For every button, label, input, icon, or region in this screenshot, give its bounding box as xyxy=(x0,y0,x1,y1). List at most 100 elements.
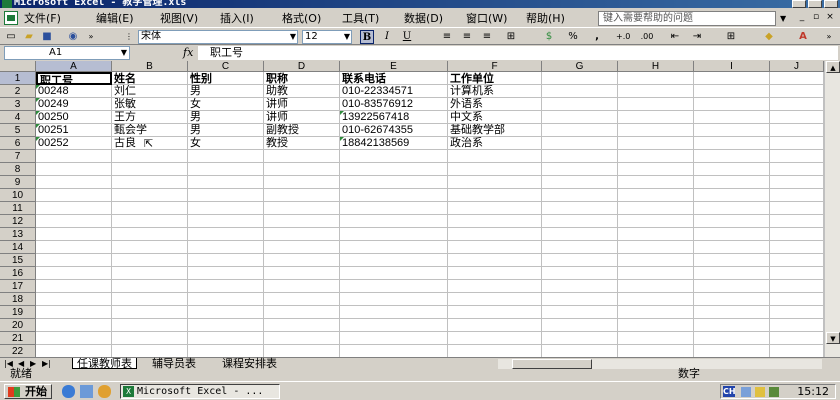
header-cell[interactable]: 姓名 xyxy=(112,72,188,85)
cell[interactable] xyxy=(618,98,694,111)
cell[interactable] xyxy=(112,293,188,306)
row-header[interactable]: 1 xyxy=(0,72,36,85)
cell[interactable] xyxy=(770,267,824,280)
cell[interactable] xyxy=(542,189,618,202)
row-header[interactable]: 20 xyxy=(0,319,36,332)
italic-button[interactable]: I xyxy=(380,30,394,44)
cell[interactable] xyxy=(448,267,542,280)
row-header[interactable]: 19 xyxy=(0,306,36,319)
cell[interactable] xyxy=(618,150,694,163)
cell[interactable] xyxy=(770,72,824,85)
cell[interactable] xyxy=(694,332,770,345)
cell[interactable] xyxy=(770,163,824,176)
cell[interactable] xyxy=(770,176,824,189)
cell[interactable] xyxy=(770,98,824,111)
data-cell[interactable]: 00251 xyxy=(36,124,112,137)
cell[interactable] xyxy=(264,280,340,293)
cell[interactable] xyxy=(448,293,542,306)
cell[interactable] xyxy=(694,72,770,85)
cell[interactable] xyxy=(770,345,824,357)
cell[interactable] xyxy=(264,293,340,306)
cell[interactable] xyxy=(542,163,618,176)
cell[interactable] xyxy=(264,202,340,215)
cell[interactable] xyxy=(340,215,448,228)
cell[interactable] xyxy=(694,228,770,241)
cell[interactable] xyxy=(112,202,188,215)
cell[interactable] xyxy=(188,280,264,293)
cell[interactable] xyxy=(112,280,188,293)
row-header[interactable]: 10 xyxy=(0,189,36,202)
cell[interactable] xyxy=(618,293,694,306)
data-cell[interactable]: 副教授 xyxy=(264,124,340,137)
row-header[interactable]: 6 xyxy=(0,137,36,150)
underline-button[interactable]: U xyxy=(400,30,414,44)
toolbar-options-icon[interactable]: » xyxy=(84,30,98,44)
cell[interactable] xyxy=(188,189,264,202)
title-bar[interactable]: Microsoft Excel - 教学管理.xls xyxy=(0,0,840,8)
cell[interactable] xyxy=(448,215,542,228)
cell[interactable] xyxy=(264,176,340,189)
increase-decimal-icon[interactable]: +.0 xyxy=(616,30,630,44)
row-header[interactable]: 13 xyxy=(0,228,36,241)
data-cell[interactable]: 00249 xyxy=(36,98,112,111)
data-cell[interactable]: 男 xyxy=(188,85,264,98)
cell[interactable] xyxy=(36,280,112,293)
cell[interactable] xyxy=(448,228,542,241)
cell[interactable] xyxy=(264,189,340,202)
cell[interactable] xyxy=(264,150,340,163)
comma-style-button[interactable]: , xyxy=(590,30,604,44)
cell[interactable] xyxy=(542,280,618,293)
cell[interactable] xyxy=(188,254,264,267)
formula-input[interactable]: 职工号 xyxy=(198,46,838,60)
cell[interactable] xyxy=(618,267,694,280)
cell[interactable] xyxy=(694,215,770,228)
cell[interactable] xyxy=(770,215,824,228)
cell[interactable] xyxy=(340,332,448,345)
cell[interactable] xyxy=(448,202,542,215)
row-header[interactable]: 12 xyxy=(0,215,36,228)
cell[interactable] xyxy=(264,319,340,332)
row-header[interactable]: 11 xyxy=(0,202,36,215)
row-header[interactable]: 9 xyxy=(0,176,36,189)
row-header[interactable]: 4 xyxy=(0,111,36,124)
chevron-down-icon[interactable]: ▼ xyxy=(780,14,786,23)
cell[interactable] xyxy=(36,319,112,332)
row-header[interactable]: 16 xyxy=(0,267,36,280)
column-header-a[interactable]: A xyxy=(36,61,112,72)
cell[interactable] xyxy=(264,332,340,345)
data-cell[interactable]: 助教 xyxy=(264,85,340,98)
cell[interactable] xyxy=(694,254,770,267)
close-button[interactable] xyxy=(824,0,838,8)
cell[interactable] xyxy=(770,111,824,124)
cell[interactable] xyxy=(340,176,448,189)
row-header[interactable]: 7 xyxy=(0,150,36,163)
volume-icon[interactable] xyxy=(769,387,779,397)
cell[interactable] xyxy=(694,98,770,111)
cell[interactable] xyxy=(448,176,542,189)
cell[interactable] xyxy=(770,241,824,254)
cell[interactable] xyxy=(694,176,770,189)
data-cell[interactable]: 男 xyxy=(188,124,264,137)
cell[interactable] xyxy=(448,319,542,332)
data-cell[interactable]: 010-83576912 xyxy=(340,98,448,111)
cell[interactable] xyxy=(542,176,618,189)
row-header[interactable]: 3 xyxy=(0,98,36,111)
cell[interactable] xyxy=(36,306,112,319)
cell[interactable] xyxy=(694,137,770,150)
data-cell[interactable]: 政治系 xyxy=(448,137,542,150)
menu-file[interactable]: 文件(F) xyxy=(24,12,61,25)
cell[interactable] xyxy=(36,267,112,280)
sheet-tab-schedule[interactable]: 课程安排表 xyxy=(218,358,281,369)
cell[interactable] xyxy=(694,293,770,306)
cell[interactable] xyxy=(188,202,264,215)
data-cell[interactable]: 刘仁 xyxy=(112,85,188,98)
cell[interactable] xyxy=(36,176,112,189)
cell[interactable] xyxy=(770,124,824,137)
cell[interactable] xyxy=(36,150,112,163)
menu-format[interactable]: 格式(O) xyxy=(282,12,321,25)
bold-button[interactable]: B xyxy=(360,30,374,44)
cell[interactable] xyxy=(36,215,112,228)
cell[interactable] xyxy=(542,306,618,319)
cell[interactable] xyxy=(770,280,824,293)
minimize-button[interactable] xyxy=(792,0,806,8)
